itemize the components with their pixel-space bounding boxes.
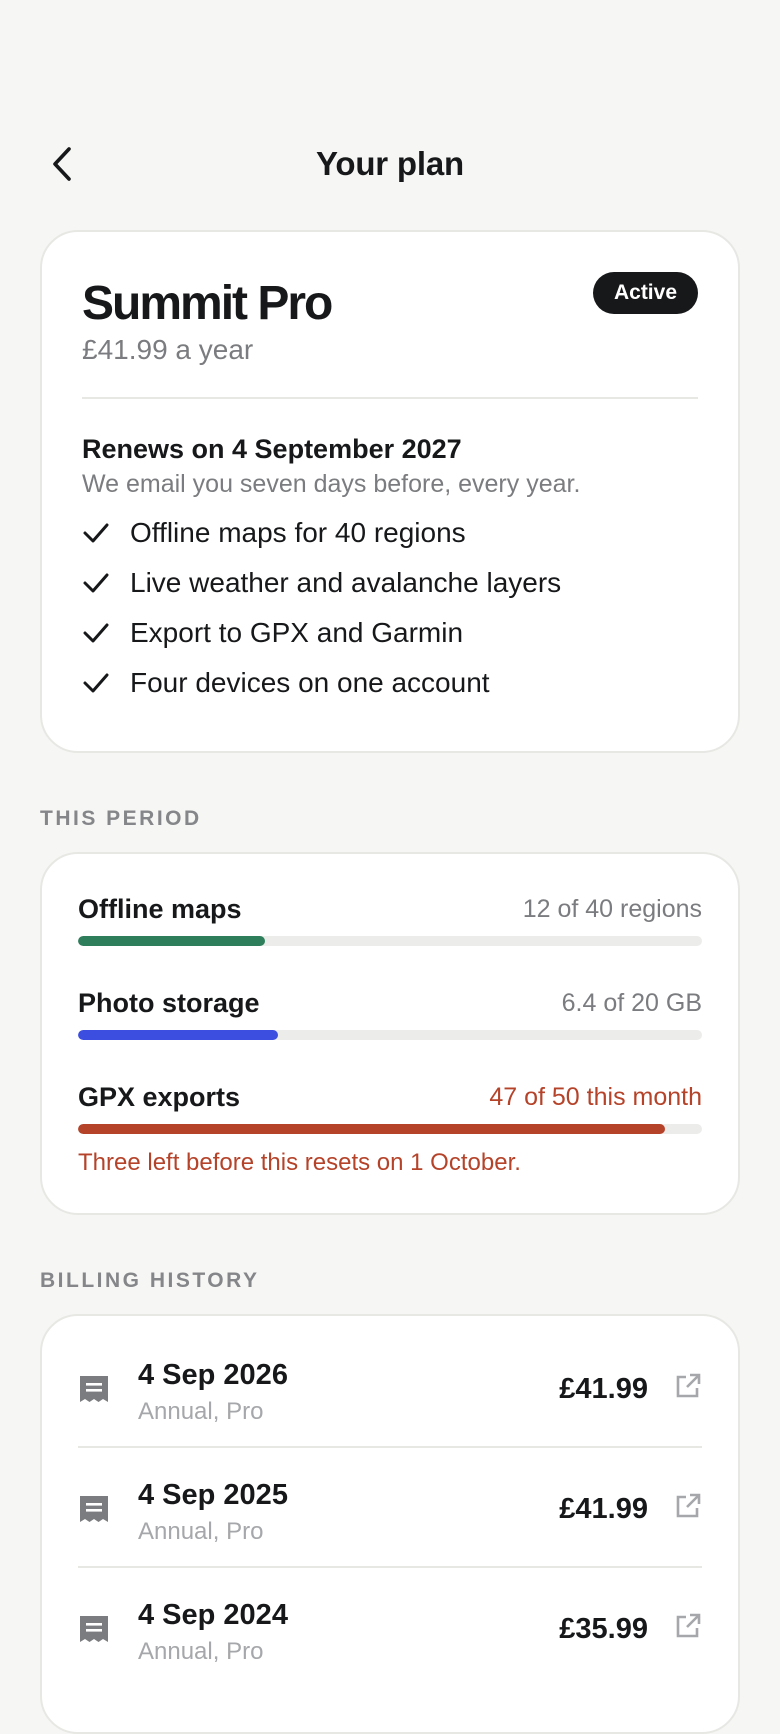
- check-icon: [82, 558, 130, 608]
- receipt-icon: [80, 1496, 108, 1522]
- progress-fill: [78, 1030, 278, 1040]
- section-label-billing-history: BILLING HISTORY: [40, 1269, 260, 1292]
- meter-label: GPX exports: [78, 1082, 241, 1112]
- check-icon: [82, 608, 130, 658]
- usage-warning: Three left before this resets on 1 Octob…: [78, 1149, 521, 1176]
- billing-date: 4 Sep 2026: [138, 1359, 288, 1391]
- billing-row[interactable]: 4 Sep 2024 Annual, Pro £35.99: [78, 1568, 702, 1688]
- renewal-date: Renews on 4 September 2027: [82, 434, 462, 464]
- receipt-icon: [80, 1376, 108, 1402]
- feature-list: Offline maps for 40 regions Live weather…: [82, 508, 561, 708]
- renewal-note: We email you seven days before, every ye…: [82, 470, 581, 498]
- feature-label: Offline maps for 40 regions: [130, 517, 466, 548]
- check-icon: [82, 508, 130, 558]
- usage-meter-gpx-exports: GPX exports 47 of 50 this month: [78, 1078, 702, 1138]
- usage-card: Offline maps 12 of 40 regions Photo stor…: [40, 852, 740, 1215]
- billing-card: 4 Sep 2026 Annual, Pro £41.99 4 Sep 2025…: [40, 1314, 740, 1734]
- usage-meter-photo-storage: Photo storage 6.4 of 20 GB: [78, 984, 702, 1044]
- receipt-icon: [80, 1616, 108, 1642]
- feature-item: Offline maps for 40 regions: [82, 508, 561, 558]
- meter-label: Photo storage: [78, 988, 260, 1018]
- billing-date: 4 Sep 2025: [138, 1479, 288, 1511]
- billing-amount: £35.99: [559, 1613, 648, 1645]
- feature-item: Live weather and avalanche layers: [82, 558, 561, 608]
- billing-plan: Annual, Pro: [138, 1398, 264, 1425]
- billing-plan: Annual, Pro: [138, 1518, 264, 1545]
- billing-row[interactable]: 4 Sep 2025 Annual, Pro £41.99: [78, 1448, 702, 1568]
- billing-amount: £41.99: [559, 1373, 648, 1405]
- external-link-icon[interactable]: [674, 1372, 702, 1400]
- top-bar: Your plan: [0, 130, 780, 196]
- meter-value: 47 of 50 this month: [489, 1083, 702, 1111]
- billing-row[interactable]: 4 Sep 2026 Annual, Pro £41.99: [78, 1328, 702, 1448]
- check-icon: [82, 658, 130, 708]
- divider: [82, 397, 698, 399]
- progress-fill: [78, 1124, 665, 1134]
- feature-label: Live weather and avalanche layers: [130, 567, 562, 598]
- usage-meter-offline-maps: Offline maps 12 of 40 regions: [78, 890, 702, 950]
- external-link-icon[interactable]: [674, 1492, 702, 1520]
- page-title: Your plan: [316, 145, 464, 182]
- meter-label: Offline maps: [78, 894, 242, 924]
- progress-track: [78, 936, 702, 946]
- billing-date: 4 Sep 2024: [138, 1599, 288, 1631]
- meter-value: 6.4 of 20 GB: [561, 989, 702, 1017]
- meter-value: 12 of 40 regions: [522, 895, 702, 923]
- feature-item: Export to GPX and Garmin: [82, 608, 561, 658]
- feature-item: Four devices on one account: [82, 658, 561, 708]
- plan-name: Summit Pro: [82, 277, 333, 330]
- progress-fill: [78, 936, 266, 946]
- section-label-this-period: THIS PERIOD: [40, 807, 202, 830]
- plan-card: Summit Pro Active £41.99 a year Renews o…: [40, 230, 740, 753]
- external-link-icon[interactable]: [674, 1612, 702, 1640]
- plan-price: £41.99 a year: [82, 334, 254, 365]
- status-badge: Active: [592, 272, 698, 314]
- progress-track: [78, 1124, 702, 1134]
- feature-label: Four devices on one account: [130, 667, 490, 698]
- billing-amount: £41.99: [559, 1493, 648, 1525]
- billing-plan: Annual, Pro: [138, 1638, 264, 1665]
- progress-track: [78, 1030, 702, 1040]
- feature-label: Export to GPX and Garmin: [130, 617, 464, 648]
